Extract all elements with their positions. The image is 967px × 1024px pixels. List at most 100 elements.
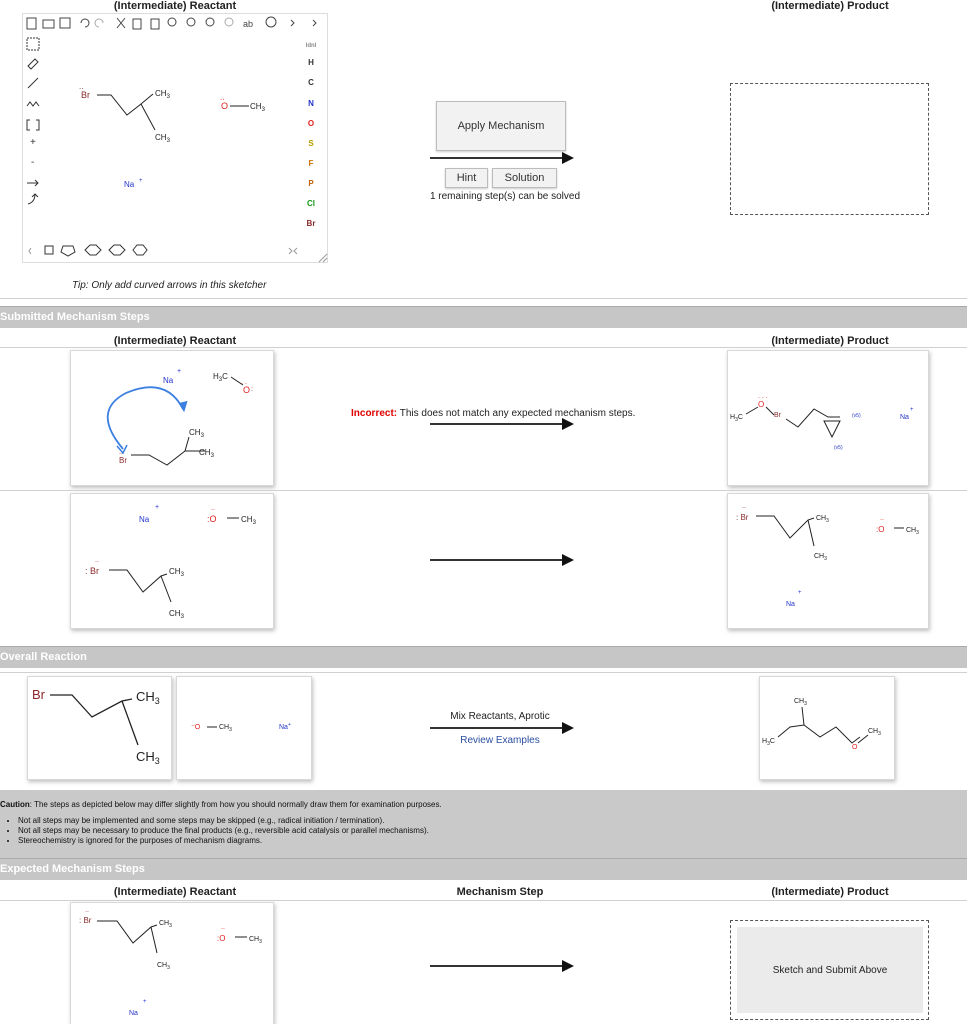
element-cl[interactable]: Cl — [307, 199, 315, 208]
svg-text:. .: . . — [241, 379, 247, 386]
remaining-steps-text: 1 remaining step(s) can be solved — [429, 191, 581, 202]
svg-text::O: :O — [207, 514, 217, 524]
expected-product-header: (Intermediate) Product — [771, 886, 889, 898]
top-product-header: (Intermediate) Product — [771, 0, 889, 12]
open-icon[interactable] — [42, 19, 55, 29]
svg-text:+: + — [143, 999, 147, 1005]
redo-icon[interactable] — [94, 18, 104, 28]
svg-text:O: O — [758, 400, 764, 409]
more-icon-2[interactable] — [312, 19, 317, 27]
divider — [0, 298, 967, 299]
zoom-fit-icon[interactable] — [205, 17, 215, 27]
caution-title: Caution — [0, 800, 30, 809]
save-icon[interactable] — [59, 17, 71, 29]
step2-arrow-line — [430, 559, 564, 561]
scroll-left-icon[interactable] — [28, 247, 32, 255]
svg-text:+: + — [155, 504, 159, 511]
ring-icon-2[interactable] — [132, 244, 148, 256]
settings-icon[interactable] — [265, 16, 277, 28]
review-examples-link[interactable]: Review Examples — [430, 735, 570, 746]
curved-arrow-icon[interactable] — [27, 193, 39, 205]
svg-text:H3C: H3C — [762, 738, 775, 747]
sketcher-canvas[interactable]: ab + - ldnl H C N O S F P Cl Br Br .. CH… — [23, 14, 329, 264]
undo-icon[interactable] — [80, 18, 90, 28]
cut-icon[interactable] — [116, 17, 126, 29]
minus-charge-icon[interactable]: - — [31, 157, 34, 168]
eraser-icon[interactable] — [27, 58, 39, 70]
caution-list: Not all steps may be implemented and som… — [18, 816, 429, 846]
submitted-step2-product-structure: : Br .. CH3 CH3 :O .. CH3 Na + — [736, 503, 919, 608]
expected-reactant-structure: : Br .. CH3 CH3 :O .. CH3 Na + — [79, 907, 262, 1017]
element-o[interactable]: O — [308, 119, 314, 128]
svg-text:Na: Na — [129, 1010, 138, 1017]
ring-icon[interactable] — [108, 244, 126, 256]
submitted-step2-reactant: Na + :O .. CH3 : Br .. CH3 CH3 — [70, 493, 274, 629]
svg-text:..: .. — [221, 924, 225, 931]
svg-text:Na: Na — [163, 376, 174, 385]
solution-button[interactable]: Solution — [492, 168, 557, 188]
sketch-molecule[interactable]: Br .. CH3 CH3 O .. CH3 Na + — [79, 82, 266, 189]
overall-product-structure: CH3 H3C O CH3 — [762, 698, 881, 751]
zoom-out-icon[interactable] — [186, 17, 196, 27]
reaction-arrow-icon[interactable] — [27, 179, 39, 187]
svg-text:CH3: CH3 — [159, 920, 172, 929]
svg-text:CH3: CH3 — [199, 448, 215, 459]
svg-text:CH3: CH3 — [136, 689, 160, 706]
triangle-ring-icon[interactable] — [44, 245, 54, 255]
svg-text::O: :O — [876, 525, 884, 534]
submitted-step1-reactant-structure: Na + H3C O . . : Br .. CH3 CH3 — [106, 368, 253, 466]
svg-text:..: .. — [95, 557, 99, 564]
svg-text::O: :O — [217, 934, 225, 943]
svg-text:Br: Br — [774, 412, 782, 419]
zoom-in-icon[interactable] — [167, 17, 177, 27]
svg-text:O: O — [221, 101, 228, 111]
hint-button[interactable]: Hint — [445, 168, 488, 188]
svg-text:Na: Na — [139, 515, 150, 524]
caution-bullet: Not all steps may be necessary to produc… — [18, 826, 429, 835]
pentagon-ring-icon[interactable] — [60, 245, 76, 257]
submitted-bar-label: Submitted Mechanism Steps — [0, 311, 150, 323]
submitted-reactant-header: (Intermediate) Reactant — [113, 335, 237, 347]
zoom-icon[interactable] — [224, 17, 234, 27]
element-br[interactable]: Br — [307, 219, 316, 228]
new-document-icon[interactable] — [26, 17, 37, 30]
step2-arrow-head — [562, 554, 574, 566]
svg-text::: : — [251, 386, 253, 393]
expected-arrow-head — [562, 960, 574, 972]
resize-handle-icon[interactable] — [318, 253, 328, 263]
element-p[interactable]: P — [308, 179, 314, 188]
more-icon[interactable] — [290, 19, 295, 27]
scroll-right-icon[interactable] — [288, 247, 298, 255]
svg-text:CH3: CH3 — [155, 133, 171, 144]
paste-icon[interactable] — [150, 18, 160, 30]
svg-text:CH3: CH3 — [241, 515, 257, 526]
overall-conditions: Mix Reactants, Aprotic — [450, 711, 550, 722]
bracket-icon[interactable] — [26, 119, 40, 131]
hexagon-ring-icon[interactable] — [84, 244, 102, 256]
element-column: ldnl H C N O S F P Cl Br — [306, 43, 317, 228]
expected-product-box: Sketch and Submit Above — [730, 920, 929, 1020]
element-c[interactable]: C — [308, 78, 314, 87]
mechanism-sketcher[interactable]: ab + - ldnl H C N O S F P Cl Br Br .. CH… — [22, 13, 328, 263]
svg-text:CH3: CH3 — [155, 89, 171, 100]
step1-arrow-line — [430, 423, 564, 425]
copy-icon[interactable] — [132, 18, 142, 30]
svg-text:: Br: : Br — [736, 513, 749, 522]
plus-charge-icon[interactable]: + — [30, 137, 36, 148]
overall-bar: Overall Reaction — [0, 646, 967, 668]
expected-reactant: : Br .. CH3 CH3 :O .. CH3 Na + — [70, 902, 274, 1024]
chain-icon[interactable] — [26, 101, 40, 107]
element-h[interactable]: H — [308, 58, 314, 67]
element-n[interactable]: N — [308, 99, 314, 108]
select-tool-icon[interactable] — [26, 37, 40, 51]
submitted-step1-product: H3C O . . . Br (v5) (v5) Na + — [727, 350, 929, 486]
element-f[interactable]: F — [309, 159, 314, 168]
svg-text:CH3: CH3 — [794, 698, 807, 707]
svg-text:..: .. — [220, 93, 224, 102]
svg-text:..: .. — [742, 503, 746, 510]
divider — [0, 347, 967, 348]
aromatize-icon[interactable]: ab — [243, 19, 253, 29]
apply-mechanism-button[interactable]: Apply Mechanism — [436, 101, 566, 151]
bond-icon[interactable] — [27, 77, 39, 89]
element-s[interactable]: S — [308, 139, 314, 148]
